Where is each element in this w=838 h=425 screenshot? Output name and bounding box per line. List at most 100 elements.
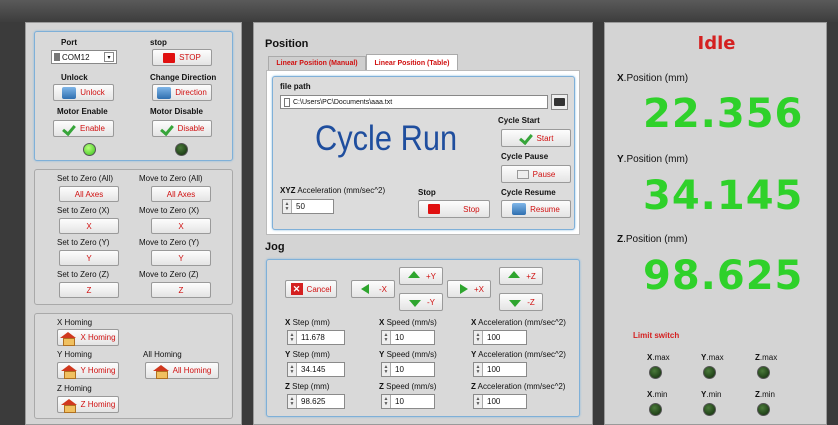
z-step-input[interactable]: ▲ ▼ 98.625 xyxy=(287,394,345,409)
cycle-stop-button[interactable]: Stop xyxy=(418,200,490,218)
y-acc-label: Y Acceleration (mm/sec^2) xyxy=(471,350,566,359)
x-acc-input[interactable]: ▲ ▼ 100 xyxy=(473,330,527,345)
start-button[interactable]: Start xyxy=(501,129,571,147)
spinner-icon[interactable]: ▲ ▼ xyxy=(283,200,292,213)
x-position-value: 22.356 xyxy=(643,91,804,137)
resume-button[interactable]: Resume xyxy=(501,200,571,218)
check-icon xyxy=(160,123,174,135)
port-label: Port xyxy=(61,38,77,47)
zero-group: Set to Zero (All) Move to Zero (All) All… xyxy=(34,169,233,305)
file-path-label: file path xyxy=(280,82,311,91)
x-homing-button[interactable]: X Homing xyxy=(57,329,119,346)
set-zero-z-label: Set to Zero (Z) xyxy=(57,270,110,279)
z-homing-label: Z Homing xyxy=(57,384,92,393)
enable-button[interactable]: Enable xyxy=(53,120,114,137)
jog-plus-z-button[interactable]: +Z xyxy=(499,267,543,285)
cycle-pause-label: Cycle Pause xyxy=(501,152,549,161)
xmax-led xyxy=(649,366,662,379)
connection-group: Port COM12 ▾ stop STOP Unlock Unlock Cha… xyxy=(34,31,233,161)
arrow-down-icon xyxy=(407,297,423,307)
disable-button[interactable]: Disable xyxy=(152,120,212,137)
y-position-label: Y.Position (mm) xyxy=(617,154,689,165)
move-zero-z-button[interactable]: Z xyxy=(151,282,211,298)
set-zero-all-button[interactable]: All Axes xyxy=(59,186,119,202)
move-zero-all-label: Move to Zero (All) xyxy=(139,174,203,183)
x-speed-label: X Speed (mm/s) xyxy=(379,318,437,327)
set-zero-x-button[interactable]: X xyxy=(59,218,119,234)
left-panel: Port COM12 ▾ stop STOP Unlock Unlock Cha… xyxy=(25,22,242,425)
x-step-input[interactable]: ▲ ▼ 11.678 xyxy=(287,330,345,345)
z-acc-input[interactable]: ▲ ▼ 100 xyxy=(473,394,527,409)
ymax-led xyxy=(703,366,716,379)
jog-plus-y-button[interactable]: +Y xyxy=(399,267,443,285)
x-speed-input[interactable]: ▲ ▼ 10 xyxy=(381,330,435,345)
z-speed-input[interactable]: ▲ ▼ 10 xyxy=(381,394,435,409)
file-path-value: C:\Users\PC\Documents\aaa.txt xyxy=(293,98,393,106)
ymax-label: Y.max xyxy=(701,353,724,362)
stop-icon xyxy=(428,204,441,214)
tab-linear-table[interactable]: Linear Position (Table) xyxy=(366,54,458,71)
y-speed-input[interactable]: ▲ ▼ 10 xyxy=(381,362,435,377)
direction-icon xyxy=(157,86,172,99)
jog-minus-z-button[interactable]: -Z xyxy=(499,293,543,311)
limit-switch-title: Limit switch xyxy=(633,331,680,340)
pause-button[interactable]: Pause xyxy=(501,165,571,183)
chevron-down-icon[interactable]: ▾ xyxy=(104,52,114,62)
home-icon xyxy=(60,398,77,413)
move-zero-all-button[interactable]: All Axes xyxy=(151,186,211,202)
direction-button[interactable]: Direction xyxy=(152,84,212,101)
move-zero-x-button[interactable]: X xyxy=(151,218,211,234)
all-homing-button[interactable]: All Homing xyxy=(145,362,219,379)
all-homing-label: All Homing xyxy=(143,350,182,359)
y-acc-input[interactable]: ▲ ▼ 100 xyxy=(473,362,527,377)
check-icon xyxy=(62,123,76,135)
spinner-icon[interactable]: ▲ ▼ xyxy=(288,331,297,344)
accel-label: XYZ Acceleration (mm/sec^2) xyxy=(280,186,386,195)
arrow-up-icon xyxy=(506,271,522,281)
direction-label: Change Direction xyxy=(150,73,217,82)
jog-minus-x-button[interactable]: -X xyxy=(351,280,395,298)
arrow-up-icon xyxy=(406,271,422,281)
z-position-value: 98.625 xyxy=(643,253,804,299)
ymin-led xyxy=(703,403,716,416)
table-position-panel: file path C:\Users\PC\Documents\aaa.txt … xyxy=(266,70,580,235)
spinner-icon[interactable]: ▲ ▼ xyxy=(382,363,391,376)
set-zero-y-button[interactable]: Y xyxy=(59,250,119,266)
spinner-icon[interactable]: ▲ ▼ xyxy=(474,331,483,344)
unlock-label: Unlock xyxy=(61,73,88,82)
move-zero-y-button[interactable]: Y xyxy=(151,250,211,266)
port-icon xyxy=(54,53,60,61)
spinner-icon[interactable]: ▲ ▼ xyxy=(288,363,297,376)
accel-input[interactable]: ▲ ▼ 50 xyxy=(282,199,334,214)
y-step-input[interactable]: ▲ ▼ 34.145 xyxy=(287,362,345,377)
spinner-icon[interactable]: ▲ ▼ xyxy=(382,331,391,344)
z-speed-label: Z Speed (mm/s) xyxy=(379,382,437,391)
port-select[interactable]: COM12 ▾ xyxy=(51,50,117,64)
y-homing-button[interactable]: Y Homing xyxy=(57,362,119,379)
cancel-button[interactable]: ✕ Cancel xyxy=(285,280,337,298)
spinner-icon[interactable]: ▲ ▼ xyxy=(288,395,297,408)
middle-panel: Position Linear Position (Manual) Linear… xyxy=(253,22,593,425)
move-zero-z-label: Move to Zero (Z) xyxy=(139,270,199,279)
spinner-icon[interactable]: ▲ ▼ xyxy=(474,363,483,376)
stop-button[interactable]: STOP xyxy=(152,49,212,66)
set-zero-z-button[interactable]: Z xyxy=(59,282,119,298)
move-zero-y-label: Move to Zero (Y) xyxy=(139,238,200,247)
browse-button[interactable] xyxy=(551,94,568,110)
disable-led xyxy=(175,143,188,156)
machine-state: Idle xyxy=(697,33,736,54)
x-acc-label: X Acceleration (mm/sec^2) xyxy=(471,318,566,327)
jog-minus-y-button[interactable]: -Y xyxy=(399,293,443,311)
z-step-label: Z Step (mm) xyxy=(285,382,330,391)
tab-linear-manual[interactable]: Linear Position (Manual) xyxy=(268,56,366,70)
stop-icon xyxy=(163,52,176,63)
unlock-button[interactable]: Unlock xyxy=(53,84,114,101)
spinner-icon[interactable]: ▲ ▼ xyxy=(382,395,391,408)
jog-plus-x-button[interactable]: +X xyxy=(447,280,491,298)
home-icon xyxy=(60,364,77,379)
file-path-input[interactable]: C:\Users\PC\Documents\aaa.txt xyxy=(280,95,548,109)
z-homing-button[interactable]: Z Homing xyxy=(57,396,119,413)
set-zero-x-label: Set to Zero (X) xyxy=(57,206,110,215)
spinner-icon[interactable]: ▲ ▼ xyxy=(474,395,483,408)
title-bar xyxy=(0,0,838,22)
